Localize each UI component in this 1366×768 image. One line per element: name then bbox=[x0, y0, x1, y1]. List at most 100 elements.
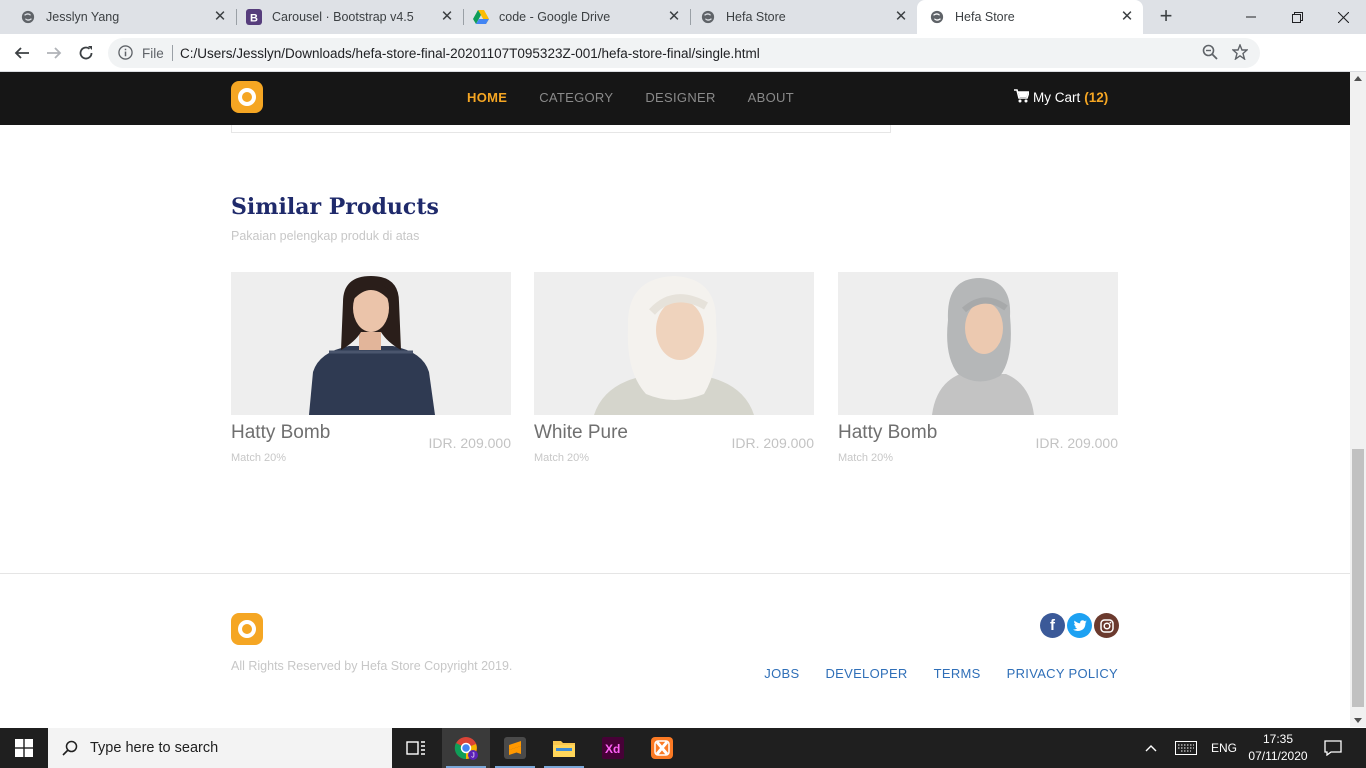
instagram-icon[interactable] bbox=[1094, 613, 1119, 638]
nav-about[interactable]: ABOUT bbox=[748, 90, 794, 105]
nav-category[interactable]: CATEGORY bbox=[539, 90, 613, 105]
tab-google-drive[interactable]: code - Google Drive ✕ bbox=[463, 0, 690, 34]
url-text[interactable]: C:/Users/Jesslyn/Downloads/hefa-store-fi… bbox=[180, 46, 760, 61]
chrome-taskbar-icon[interactable]: J bbox=[442, 728, 490, 768]
file-label: File bbox=[142, 46, 164, 61]
tab-bootstrap-carousel[interactable]: B Carousel · Bootstrap v4.5 ✕ bbox=[236, 0, 463, 34]
cart-count: (12) bbox=[1084, 90, 1109, 105]
bootstrap-icon: B bbox=[246, 9, 262, 25]
product-card[interactable]: White Pure IDR. 209.000 Match 20% bbox=[534, 272, 814, 464]
address-bar[interactable]: File C:/Users/Jesslyn/Downloads/hefa-sto… bbox=[108, 38, 1260, 68]
input-language-indicator[interactable]: ENG bbox=[1206, 728, 1242, 768]
taskbar-search-box[interactable]: Type here to search bbox=[48, 728, 392, 768]
globe-icon bbox=[700, 9, 716, 25]
browser-tab-bar: Jesslyn Yang ✕ B Carousel · Bootstrap v4… bbox=[0, 0, 1366, 34]
my-cart-link[interactable]: My Cart (12) bbox=[1014, 89, 1108, 106]
xampp-icon[interactable] bbox=[638, 728, 686, 768]
browser-toolbar: File C:/Users/Jesslyn/Downloads/hefa-sto… bbox=[0, 34, 1366, 97]
product-image[interactable] bbox=[838, 272, 1118, 415]
close-tab-icon[interactable]: ✕ bbox=[1119, 9, 1135, 25]
notifications-icon[interactable] bbox=[1318, 728, 1348, 768]
hefa-logo[interactable] bbox=[231, 81, 263, 113]
svg-text:J: J bbox=[471, 753, 475, 760]
scroll-down-arrow-icon[interactable] bbox=[1354, 718, 1362, 723]
footer-logo[interactable] bbox=[231, 613, 263, 645]
windows-taskbar: Type here to search J Xd ENG 17:35 07/11… bbox=[0, 728, 1366, 768]
svg-text:Xd: Xd bbox=[605, 742, 620, 756]
globe-icon bbox=[20, 9, 36, 25]
scroll-thumb[interactable] bbox=[1352, 449, 1364, 707]
task-view-icon[interactable] bbox=[392, 728, 440, 768]
windows-logo-icon bbox=[15, 739, 33, 757]
close-tab-icon[interactable]: ✕ bbox=[439, 9, 455, 25]
product-name[interactable]: White Pure bbox=[534, 422, 628, 444]
page-scrollbar[interactable] bbox=[1350, 72, 1366, 727]
tab-title: Jesslyn Yang bbox=[46, 10, 120, 24]
facebook-icon[interactable]: f bbox=[1040, 613, 1065, 638]
system-clock[interactable]: 17:35 07/11/2020 bbox=[1244, 731, 1312, 765]
show-hidden-icons-chevron-icon[interactable] bbox=[1140, 728, 1162, 768]
close-tab-icon[interactable]: ✕ bbox=[212, 9, 228, 25]
product-card[interactable]: Hatty Bomb IDR. 209.000 Match 20% bbox=[838, 272, 1118, 464]
tab-title: Carousel · Bootstrap v4.5 bbox=[272, 10, 414, 24]
search-placeholder: Type here to search bbox=[90, 740, 219, 756]
nav-home[interactable]: HOME bbox=[467, 90, 507, 105]
site-navbar: HOME CATEGORY DESIGNER ABOUT My Cart (12… bbox=[0, 72, 1350, 125]
sublime-text-icon[interactable] bbox=[491, 728, 539, 768]
product-name[interactable]: Hatty Bomb bbox=[231, 422, 330, 444]
similar-products-subtitle: Pakaian pelengkap produk di atas bbox=[231, 229, 420, 243]
product-image[interactable] bbox=[231, 272, 511, 415]
adobe-xd-icon[interactable]: Xd bbox=[589, 728, 637, 768]
clock-time: 17:35 bbox=[1262, 732, 1294, 746]
footer-links: JOBS DEVELOPER TERMS PRIVACY POLICY bbox=[764, 666, 1118, 681]
minimize-button[interactable] bbox=[1228, 0, 1274, 34]
back-button[interactable] bbox=[8, 39, 36, 67]
reload-button[interactable] bbox=[72, 39, 100, 67]
bookmark-star-icon[interactable] bbox=[1231, 43, 1249, 65]
google-drive-icon bbox=[473, 9, 489, 25]
globe-icon bbox=[929, 9, 945, 25]
web-page: HOME CATEGORY DESIGNER ABOUT My Cart (12… bbox=[0, 72, 1350, 727]
product-match: Match 20% bbox=[231, 452, 287, 464]
close-tab-icon[interactable]: ✕ bbox=[893, 9, 909, 25]
footer-link-terms[interactable]: TERMS bbox=[934, 666, 981, 681]
footer-link-developer[interactable]: DEVELOPER bbox=[825, 666, 907, 681]
close-window-button[interactable] bbox=[1320, 0, 1366, 34]
product-price: IDR. 209.000 bbox=[1035, 435, 1119, 451]
restore-button[interactable] bbox=[1274, 0, 1320, 34]
logo-ring bbox=[238, 620, 256, 638]
scroll-up-arrow-icon[interactable] bbox=[1354, 76, 1362, 81]
footer-link-privacy-policy[interactable]: PRIVACY POLICY bbox=[1007, 666, 1118, 681]
divider bbox=[172, 45, 173, 61]
windows-start-button[interactable] bbox=[0, 728, 48, 768]
product-price: IDR. 209.000 bbox=[428, 435, 512, 451]
arrow-right-icon bbox=[47, 47, 62, 59]
footer-divider bbox=[0, 573, 1350, 574]
footer-link-jobs[interactable]: JOBS bbox=[764, 666, 799, 681]
zoom-icon[interactable] bbox=[1202, 44, 1218, 65]
product-price: IDR. 209.000 bbox=[731, 435, 815, 451]
tab-jesslyn-yang[interactable]: Jesslyn Yang ✕ bbox=[0, 0, 236, 34]
tab-hefa-store-active[interactable]: Hefa Store ✕ bbox=[917, 0, 1143, 34]
main-nav: HOME CATEGORY DESIGNER ABOUT bbox=[467, 90, 794, 105]
close-tab-icon[interactable]: ✕ bbox=[666, 9, 682, 25]
forward-button[interactable] bbox=[40, 39, 68, 67]
product-match: Match 20% bbox=[838, 452, 894, 464]
tab-hefa-store[interactable]: Hefa Store ✕ bbox=[690, 0, 917, 34]
product-name[interactable]: Hatty Bomb bbox=[838, 422, 937, 444]
twitter-icon[interactable] bbox=[1067, 613, 1092, 638]
reload-icon bbox=[79, 46, 93, 60]
file-explorer-icon[interactable] bbox=[540, 728, 588, 768]
info-icon[interactable] bbox=[118, 45, 133, 65]
tab-title: Hefa Store bbox=[955, 10, 1015, 24]
product-card[interactable]: Hatty Bomb IDR. 209.000 Match 20% bbox=[231, 272, 511, 464]
new-tab-button[interactable]: + bbox=[1154, 5, 1178, 29]
copyright-text: All Rights Reserved by Hefa Store Copyri… bbox=[231, 659, 513, 673]
product-image[interactable] bbox=[534, 272, 814, 415]
tab-title: code - Google Drive bbox=[499, 10, 611, 24]
product-match: Match 20% bbox=[534, 452, 590, 464]
touch-keyboard-icon[interactable] bbox=[1172, 728, 1200, 768]
clock-date: 07/11/2020 bbox=[1248, 749, 1308, 763]
nav-designer[interactable]: DESIGNER bbox=[645, 90, 715, 105]
svg-text:B: B bbox=[250, 13, 258, 25]
